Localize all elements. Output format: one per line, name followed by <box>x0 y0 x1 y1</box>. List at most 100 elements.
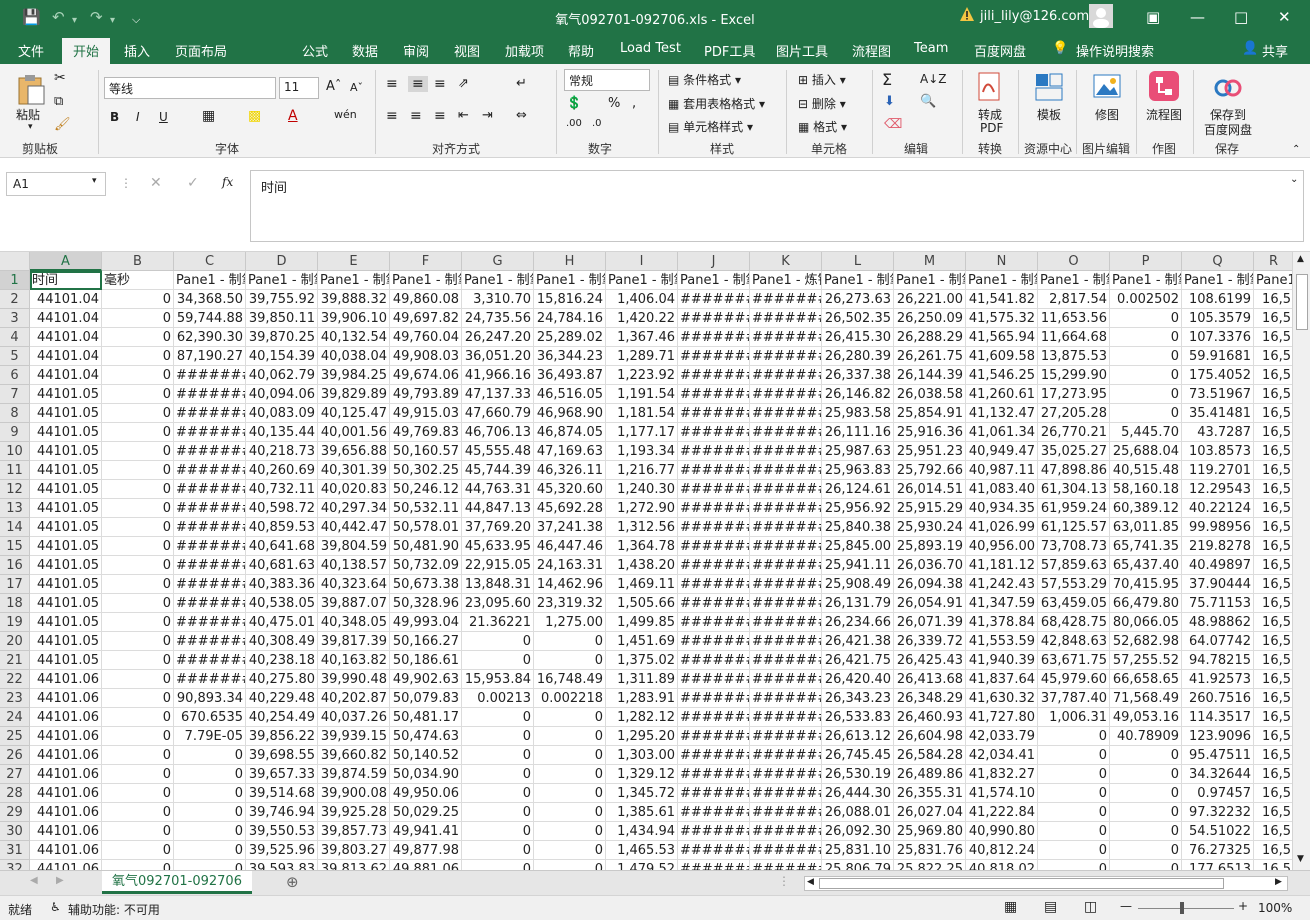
cell[interactable]: 49,697.82 <box>390 309 462 328</box>
cell[interactable]: 39,803.27 <box>318 841 390 860</box>
cell[interactable]: 40,138.57 <box>318 556 390 575</box>
normal-view-icon[interactable]: ▦ <box>1004 899 1017 915</box>
cell[interactable]: ####### <box>678 442 750 461</box>
cell[interactable]: 0.97457 <box>1182 784 1254 803</box>
column-header[interactable]: B <box>102 252 174 271</box>
find-select-icon[interactable]: 🔍 <box>920 94 936 109</box>
accessibility-status[interactable]: 辅助功能: 不可用 <box>68 901 160 918</box>
cell[interactable]: 47,898.86 <box>1038 461 1110 480</box>
cell[interactable]: 46,447.46 <box>534 537 606 556</box>
row-header[interactable]: 32 <box>0 860 30 870</box>
cell[interactable]: 37,769.20 <box>462 518 534 537</box>
cell[interactable]: 16,5 <box>1254 309 1292 328</box>
cell[interactable]: 44101.05 <box>30 404 102 423</box>
cell[interactable]: 41,553.59 <box>966 632 1038 651</box>
cell[interactable]: 16,5 <box>1254 670 1292 689</box>
format-cells-button[interactable]: ▦ 格式 ▾ <box>798 118 847 135</box>
cell[interactable]: 16,5 <box>1254 594 1292 613</box>
cell[interactable]: 39,817.39 <box>318 632 390 651</box>
cell[interactable]: 1,367.46 <box>606 328 678 347</box>
cell[interactable]: 25,893.19 <box>894 537 966 556</box>
cell[interactable]: 49,769.83 <box>390 423 462 442</box>
cell[interactable]: 49,877.98 <box>390 841 462 860</box>
tell-me-search[interactable]: 操作说明搜索 <box>1076 41 1154 60</box>
tab-view[interactable]: 视图 <box>454 41 480 60</box>
cell[interactable]: 0 <box>534 632 606 651</box>
cell[interactable]: 44101.06 <box>30 670 102 689</box>
cell[interactable]: 66,658.65 <box>1110 670 1182 689</box>
percent-icon[interactable]: % <box>608 96 620 111</box>
cell[interactable]: 36,493.87 <box>534 366 606 385</box>
cell[interactable]: 50,034.90 <box>390 765 462 784</box>
cell[interactable]: 1,191.54 <box>606 385 678 404</box>
collapse-ribbon-icon[interactable]: ⌃ <box>1292 144 1300 155</box>
cell[interactable]: 1,311.89 <box>606 670 678 689</box>
cell[interactable]: 40,538.05 <box>246 594 318 613</box>
enter-icon[interactable]: ✓ <box>187 175 199 191</box>
cell[interactable]: ####### <box>678 613 750 632</box>
cell[interactable]: 26,054.91 <box>894 594 966 613</box>
cell[interactable]: 44101.05 <box>30 575 102 594</box>
cell[interactable]: 16,5 <box>1254 290 1292 309</box>
cell[interactable]: 39,514.68 <box>246 784 318 803</box>
cell[interactable]: 119.2701 <box>1182 461 1254 480</box>
merge-center-icon[interactable]: ⇔ <box>516 108 527 123</box>
cell[interactable]: 0 <box>174 841 246 860</box>
cell[interactable]: 39,850.11 <box>246 309 318 328</box>
cell[interactable]: 75.71153 <box>1182 594 1254 613</box>
cell[interactable]: ####### <box>750 784 822 803</box>
cell[interactable]: 26,420.40 <box>822 670 894 689</box>
zoom-slider[interactable] <box>1138 908 1234 909</box>
row-header[interactable]: 1 <box>0 271 30 290</box>
cell[interactable]: 44101.05 <box>30 537 102 556</box>
cell[interactable]: 39,698.55 <box>246 746 318 765</box>
cell[interactable]: 13,848.31 <box>462 575 534 594</box>
font-name-select[interactable]: 等线 <box>104 77 276 99</box>
cell[interactable]: 39,550.53 <box>246 822 318 841</box>
cell[interactable]: 41,083.40 <box>966 480 1038 499</box>
cell[interactable]: 0 <box>102 803 174 822</box>
ribbon-display-icon[interactable]: ▣ <box>1146 8 1160 26</box>
cell[interactable]: 46,516.05 <box>534 385 606 404</box>
cell[interactable]: 1,216.77 <box>606 461 678 480</box>
cell[interactable]: 26,355.31 <box>894 784 966 803</box>
cell[interactable]: 41,832.27 <box>966 765 1038 784</box>
tab-help[interactable]: 帮助 <box>568 41 594 60</box>
column-header[interactable]: I <box>606 252 678 271</box>
cell[interactable]: 49,760.04 <box>390 328 462 347</box>
cell[interactable]: 16,5 <box>1254 613 1292 632</box>
cell[interactable]: Pane1 - 制氧 <box>1110 271 1182 290</box>
cell[interactable]: 25,854.91 <box>894 404 966 423</box>
cell[interactable]: 41,574.10 <box>966 784 1038 803</box>
cell[interactable]: ####### <box>174 632 246 651</box>
cell[interactable]: 50,732.09 <box>390 556 462 575</box>
cell[interactable]: 70,415.95 <box>1110 575 1182 594</box>
cell[interactable]: 40,818.02 <box>966 860 1038 870</box>
cell[interactable]: 16,5 <box>1254 480 1292 499</box>
cell[interactable]: 16,5 <box>1254 727 1292 746</box>
cell[interactable]: 0 <box>462 822 534 841</box>
cell[interactable]: ####### <box>678 366 750 385</box>
cell[interactable]: 0 <box>102 423 174 442</box>
cell[interactable]: ####### <box>174 651 246 670</box>
cell[interactable]: 0 <box>102 347 174 366</box>
cell[interactable]: 41,222.84 <box>966 803 1038 822</box>
cell[interactable]: 37,241.38 <box>534 518 606 537</box>
cell[interactable]: 16,5 <box>1254 708 1292 727</box>
cell[interactable]: 0 <box>1110 803 1182 822</box>
cell[interactable]: 41,565.94 <box>966 328 1038 347</box>
cell[interactable]: 1,385.61 <box>606 803 678 822</box>
cell[interactable]: 40,859.53 <box>246 518 318 537</box>
cell[interactable]: 16,5 <box>1254 803 1292 822</box>
cell[interactable]: 0 <box>102 632 174 651</box>
cell[interactable]: 63,671.75 <box>1038 651 1110 670</box>
paste-dropdown-icon[interactable]: ▾ <box>28 122 33 132</box>
cell[interactable]: ####### <box>750 366 822 385</box>
bold-button[interactable]: B <box>110 110 119 124</box>
cell[interactable]: 16,5 <box>1254 461 1292 480</box>
cell[interactable]: 40,732.11 <box>246 480 318 499</box>
column-header[interactable]: D <box>246 252 318 271</box>
repair-label[interactable]: 修图 <box>1095 106 1119 123</box>
cell[interactable]: 40,238.18 <box>246 651 318 670</box>
cell[interactable]: ####### <box>678 347 750 366</box>
